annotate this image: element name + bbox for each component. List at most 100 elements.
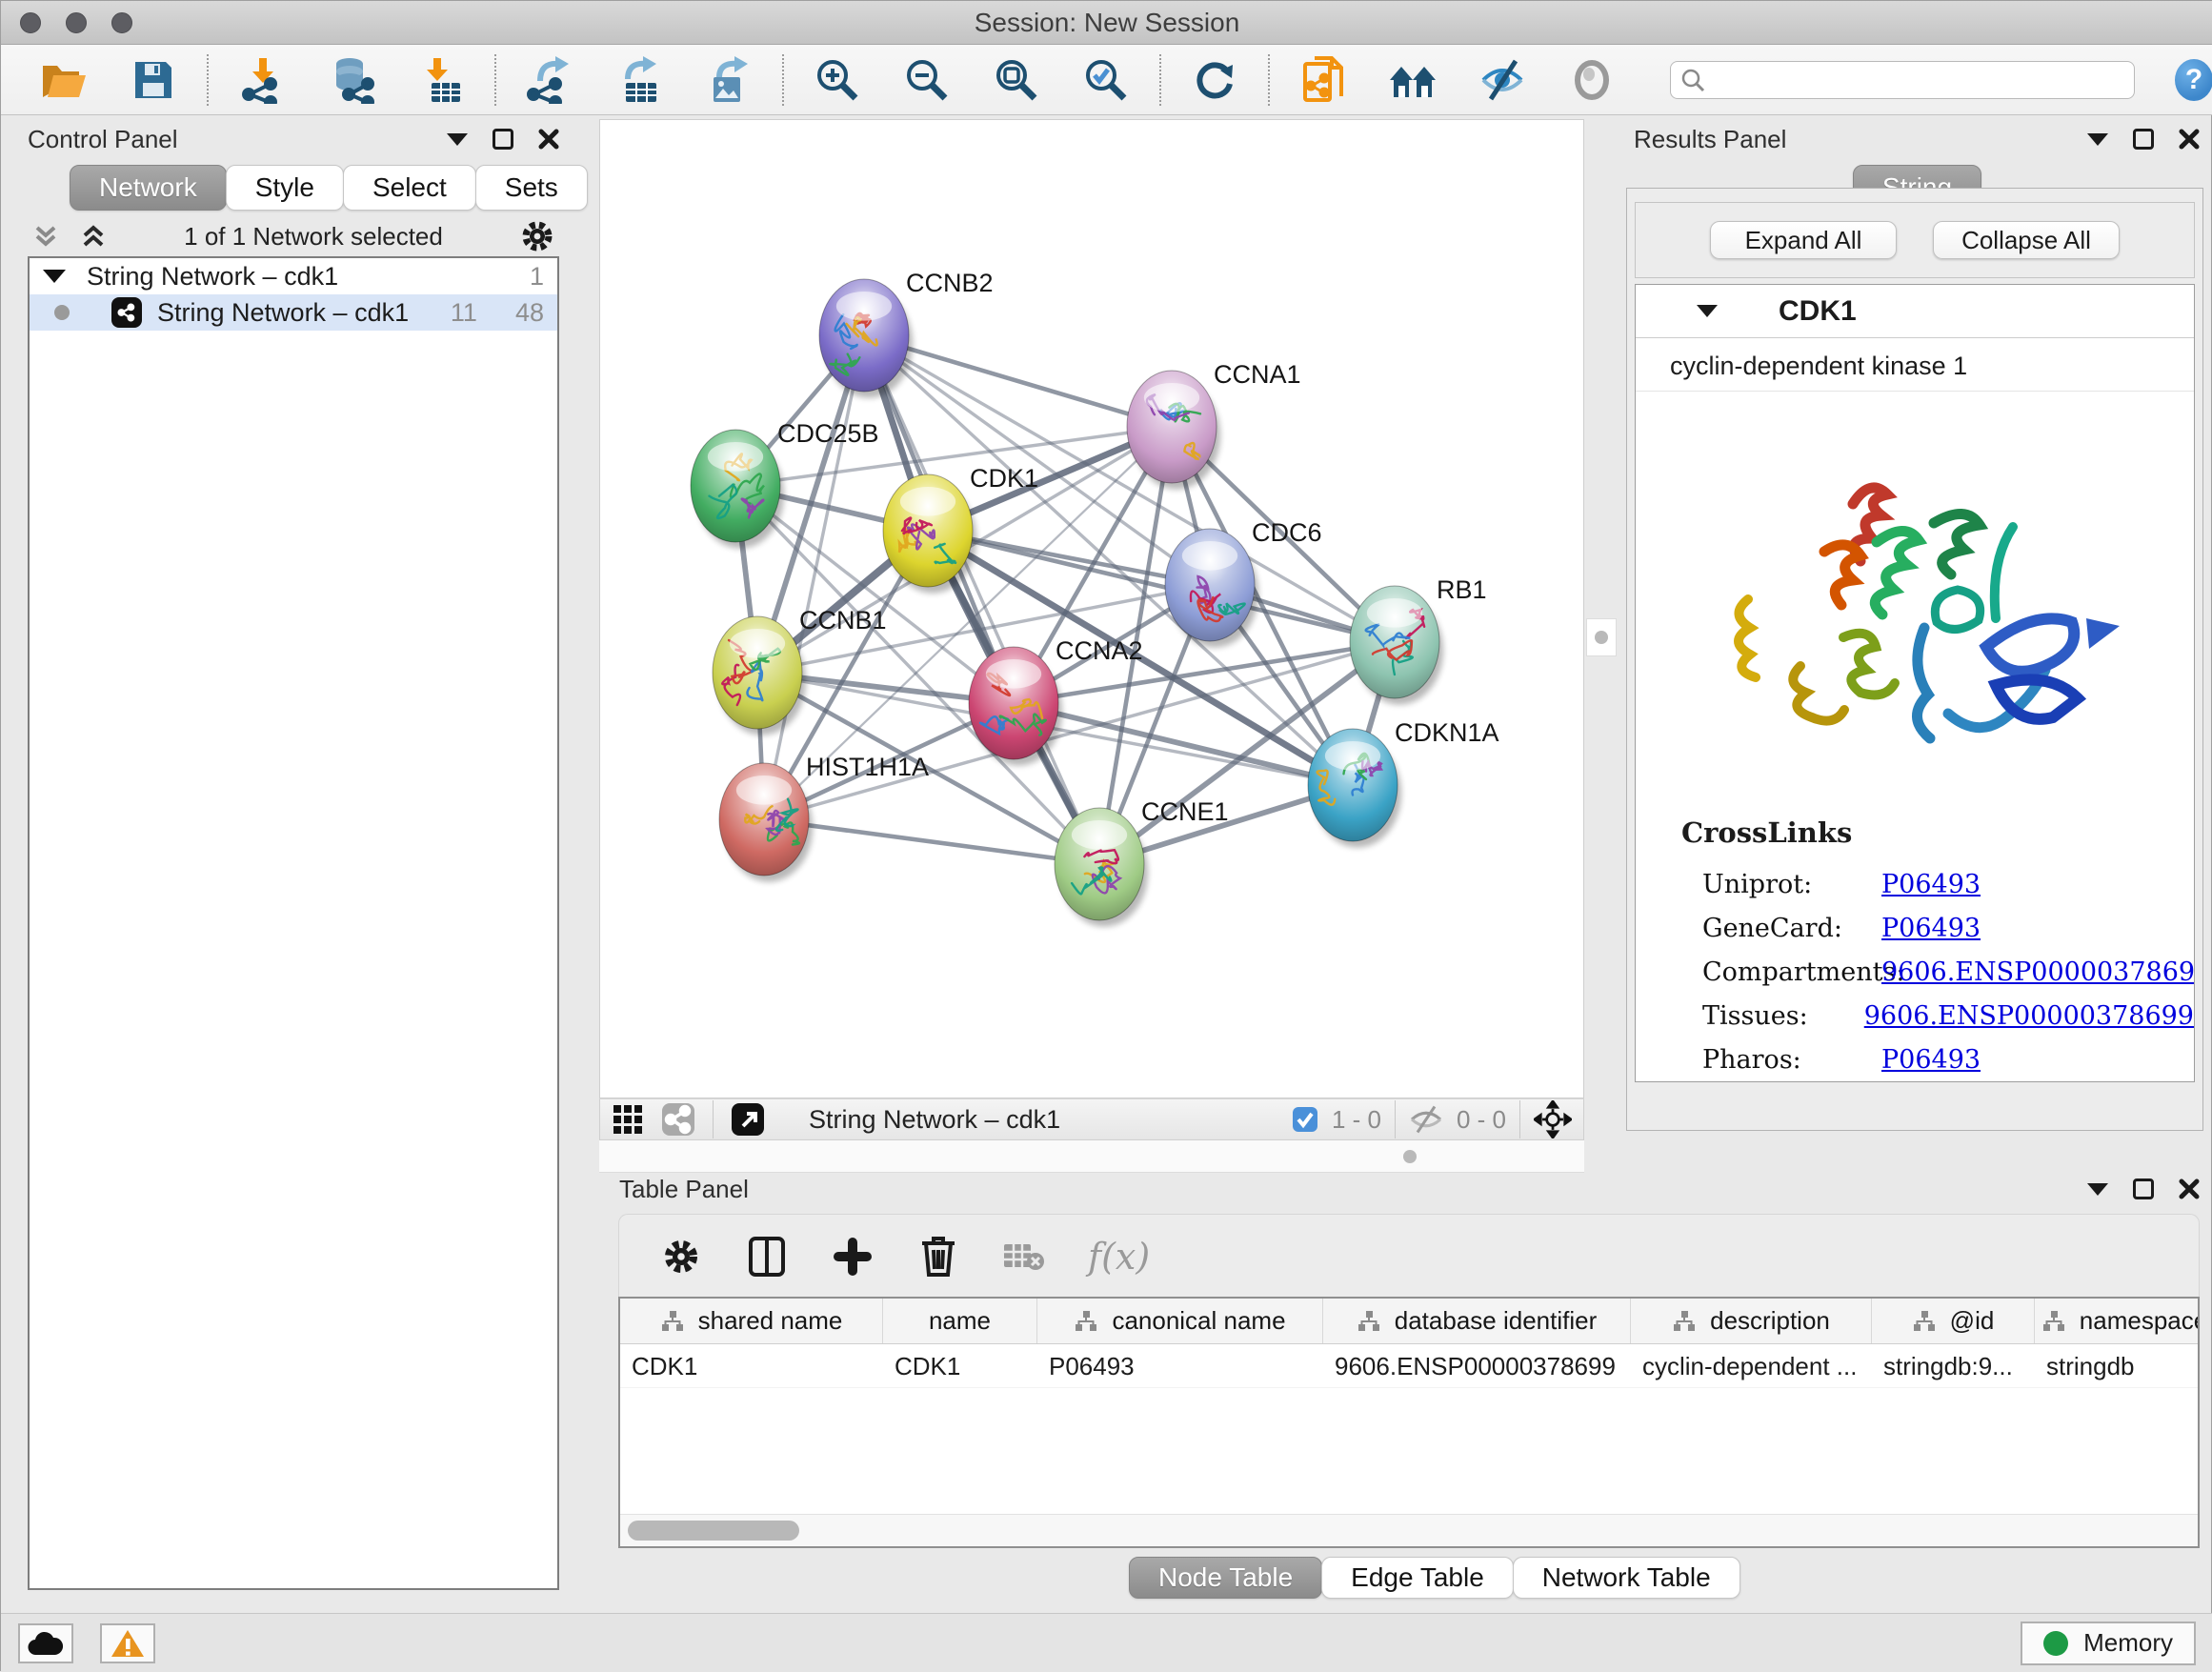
splitter-handle[interactable] <box>1403 1150 1417 1163</box>
expand-all-button[interactable]: Expand All <box>1710 221 1897 259</box>
export-image-icon[interactable] <box>704 55 754 105</box>
network-node-CCNB1[interactable]: CCNB1 <box>713 606 887 735</box>
panel-menu-icon[interactable] <box>447 133 468 146</box>
splitter-handle[interactable] <box>1586 618 1617 656</box>
protein-card-header[interactable]: CDK1 <box>1636 285 2194 338</box>
zoom-out-icon[interactable] <box>902 55 952 105</box>
warning-button[interactable] <box>100 1623 155 1663</box>
import-table-file-icon[interactable] <box>416 55 466 105</box>
copy-share-document-icon[interactable] <box>1298 55 1348 105</box>
refresh-icon[interactable] <box>1190 55 1239 105</box>
close-panel-icon[interactable] <box>2179 1178 2200 1199</box>
gear-icon[interactable] <box>519 218 555 254</box>
network-share-icon[interactable] <box>661 1102 695 1137</box>
tab-select[interactable]: Select <box>343 165 476 211</box>
results-panel: Results Panel String Expand All Collapse… <box>1620 119 2212 1173</box>
column-header-name[interactable]: name <box>883 1299 1037 1343</box>
column-header-namespace[interactable]: namespace <box>2035 1299 2200 1343</box>
crosshair-icon[interactable] <box>1534 1100 1572 1138</box>
crosslink-value-link[interactable]: P06493 <box>1881 870 1981 899</box>
home-icon[interactable] <box>1388 55 1438 105</box>
column-label: name <box>929 1306 991 1336</box>
network-node-CDC25B[interactable]: CDC25B <box>691 419 879 549</box>
window-title: Session: New Session <box>1 8 2212 38</box>
open-session-icon[interactable] <box>39 55 89 105</box>
network-node-CDK1[interactable]: CDK1 <box>883 464 1038 594</box>
float-panel-icon[interactable] <box>493 129 513 150</box>
delete-icon[interactable] <box>916 1235 960 1279</box>
horizontal-splitter[interactable] <box>599 1140 1584 1173</box>
tab-sets[interactable]: Sets <box>475 165 588 211</box>
crosslink-value-link[interactable]: P06493 <box>1881 1045 1981 1075</box>
hidden-eye-icon[interactable] <box>1409 1105 1443 1134</box>
zoom-in-icon[interactable] <box>813 55 862 105</box>
network-node-CDKN1A[interactable]: CDKN1A <box>1308 718 1499 848</box>
table-row[interactable]: CDK1CDK1P064939606.ENSP00000378699cyclin… <box>620 1344 2198 1388</box>
network-edge[interactable] <box>764 819 1099 864</box>
maximize-window-button[interactable] <box>111 12 132 33</box>
columns-icon[interactable] <box>745 1235 789 1279</box>
close-window-button[interactable] <box>20 12 41 33</box>
cloud-button[interactable] <box>18 1623 73 1663</box>
hide-selection-icon[interactable] <box>1478 55 1527 105</box>
detach-view-icon[interactable] <box>731 1102 765 1137</box>
network-view-canvas[interactable]: CCNB2CCNA1CDC25BCDK1CDC6RB1CCNB1CCNA2CDK… <box>599 119 1584 1098</box>
protein-description: cyclin-dependent kinase 1 <box>1636 338 2194 392</box>
column-header-description[interactable]: description <box>1631 1299 1872 1343</box>
network-edge[interactable] <box>864 335 1099 864</box>
zoom-fit-icon[interactable] <box>992 55 1041 105</box>
network-node-CCNB2[interactable]: CCNB2 <box>819 269 994 398</box>
birdseye-grid-icon[interactable] <box>612 1103 644 1136</box>
column-header-@id[interactable]: @id <box>1872 1299 2035 1343</box>
column-header-canonical-name[interactable]: canonical name <box>1037 1299 1323 1343</box>
show-eye-icon[interactable] <box>1567 55 1617 105</box>
crosslink-value-link[interactable]: 9606.ENSP00000378699 <box>1881 957 2195 987</box>
network-edge[interactable] <box>764 335 864 819</box>
collapse-section-icon[interactable] <box>1697 305 1718 317</box>
search-input[interactable] <box>1705 67 2124 93</box>
import-network-database-icon[interactable] <box>327 55 376 105</box>
import-network-file-icon[interactable] <box>237 55 287 105</box>
help-icon[interactable]: ? <box>2175 59 2212 101</box>
network-node-HIST1H1A[interactable]: HIST1H1A <box>719 753 929 882</box>
function-builder-icon[interactable]: f(x) <box>1088 1236 1150 1278</box>
network-node-RB1[interactable]: RB1 <box>1350 575 1487 705</box>
tab-network-table[interactable]: Network Table <box>1513 1557 1740 1599</box>
tab-network[interactable]: Network <box>70 165 227 211</box>
tab-style[interactable]: Style <box>226 165 344 211</box>
table-tabs: Node TableEdge TableNetwork Table <box>1129 1557 1739 1599</box>
close-panel-icon[interactable] <box>2179 129 2200 150</box>
panel-menu-icon[interactable] <box>2087 133 2108 146</box>
save-session-icon[interactable] <box>129 55 178 105</box>
tab-node-table[interactable]: Node Table <box>1129 1557 1322 1599</box>
float-panel-icon[interactable] <box>2133 1178 2154 1199</box>
crosslink-row: Compartments:9606.ENSP00000378699 <box>1681 950 2194 994</box>
scrollbar-thumb[interactable] <box>628 1521 799 1541</box>
selected-checkbox-icon[interactable] <box>1292 1106 1318 1133</box>
delete-table-icon[interactable] <box>1002 1235 1046 1279</box>
network-row[interactable]: String Network – cdk1 11 48 <box>30 294 557 331</box>
expand-all-icon[interactable] <box>79 222 108 251</box>
export-table-icon[interactable] <box>614 55 664 105</box>
collapse-tree-icon[interactable] <box>43 270 66 283</box>
network-collection-row[interactable]: String Network – cdk1 1 <box>30 258 557 294</box>
close-panel-icon[interactable] <box>538 129 559 150</box>
add-icon[interactable] <box>831 1235 875 1279</box>
minimize-window-button[interactable] <box>66 12 87 33</box>
crosslink-value-link[interactable]: P06493 <box>1881 914 1981 943</box>
column-header-database-identifier[interactable]: database identifier <box>1323 1299 1631 1343</box>
horizontal-scrollbar[interactable] <box>620 1514 2198 1546</box>
tab-edge-table[interactable]: Edge Table <box>1321 1557 1514 1599</box>
network-node-CDC6[interactable]: CDC6 <box>1165 518 1322 648</box>
zoom-selected-icon[interactable] <box>1081 55 1131 105</box>
float-panel-icon[interactable] <box>2133 129 2154 150</box>
network-node-CCNE1[interactable]: CCNE1 <box>1055 797 1229 927</box>
collapse-all-icon[interactable] <box>31 222 60 251</box>
panel-menu-icon[interactable] <box>2087 1183 2108 1196</box>
collapse-all-button[interactable]: Collapse All <box>1933 221 2120 259</box>
crosslink-value-link[interactable]: 9606.ENSP00000378699 <box>1864 1001 2194 1031</box>
export-network-icon[interactable] <box>525 55 574 105</box>
memory-button[interactable]: Memory <box>2021 1622 2196 1665</box>
gear-icon[interactable] <box>659 1235 703 1279</box>
column-header-shared-name[interactable]: shared name <box>620 1299 883 1343</box>
